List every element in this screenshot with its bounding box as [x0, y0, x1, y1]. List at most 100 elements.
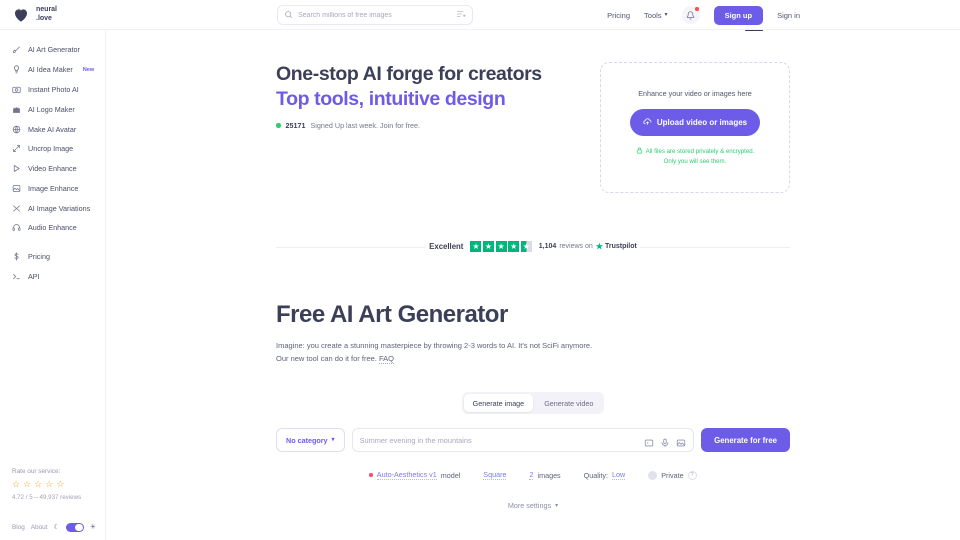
page-title: One-stop AI forge for creators Top tools…	[276, 62, 592, 112]
microphone-icon[interactable]	[660, 435, 670, 448]
sidebar-item-api[interactable]: API	[0, 267, 105, 287]
more-settings-label: More settings	[507, 501, 552, 510]
sidebar-item-ai-logo-maker[interactable]: AI Logo Maker	[0, 99, 105, 119]
play-icon	[12, 164, 21, 173]
star-icon[interactable]: ☆	[45, 479, 53, 489]
star-icon[interactable]: ☆	[23, 479, 31, 489]
search-container	[277, 5, 473, 25]
search-input[interactable]	[298, 11, 451, 19]
hero-section: One-stop AI forge for creators Top tools…	[276, 30, 790, 193]
generator-options: Auto-Aesthetics v1 model Square 2 images…	[276, 470, 790, 480]
brand-logo[interactable]: neural .love	[0, 6, 106, 24]
image-count-suffix: images	[537, 470, 561, 480]
mode-toggle: Generate image Generate video	[461, 392, 605, 414]
dollar-icon	[12, 252, 21, 261]
faq-link[interactable]: FAQ	[378, 353, 394, 364]
category-label: No category	[286, 435, 328, 445]
trustpilot-brand[interactable]: ★ Trustpilot	[596, 242, 637, 251]
sidebar-label: Uncrop Image	[28, 144, 74, 154]
divider-right	[640, 246, 790, 248]
search-box[interactable]	[277, 5, 473, 25]
sidebar-item-ai-image-variations[interactable]: AI Image Variations	[0, 198, 105, 218]
lock-icon	[636, 147, 643, 158]
trustpilot-star-icon: ★	[470, 241, 482, 252]
sidebar-label: API	[28, 271, 40, 281]
trustpilot-brand-label: Trustpilot	[604, 243, 637, 250]
sidebar-label: AI Art Generator	[28, 45, 80, 55]
option-aspect-ratio[interactable]: Square	[483, 470, 507, 480]
terminal-icon	[12, 272, 21, 281]
sun-icon: ☀	[89, 524, 97, 532]
chevron-down-icon: ▾	[664, 12, 668, 18]
private-toggle[interactable]	[648, 470, 658, 480]
tab-generate-image[interactable]: Generate image	[463, 394, 534, 412]
nav-pricing[interactable]: Pricing	[607, 11, 630, 20]
sidebar-label: Instant Photo AI	[28, 84, 79, 94]
expand-icon[interactable]	[644, 435, 654, 447]
mode-toggle-container: Generate image Generate video	[276, 392, 790, 414]
notifications-button[interactable]	[681, 6, 700, 24]
sidebar-item-pricing[interactable]: Pricing	[0, 247, 105, 267]
headphones-icon	[12, 223, 21, 232]
filter-sliders-icon[interactable]	[456, 6, 466, 24]
category-dropdown[interactable]: No category ▾	[276, 428, 345, 452]
rating-stars[interactable]: ☆ ☆ ☆ ☆ ☆	[12, 479, 105, 489]
option-model[interactable]: Auto-Aesthetics v1 model	[369, 470, 460, 480]
hero-title-line2: Top tools, intuitive design	[276, 88, 506, 110]
upload-button[interactable]: Upload video or images	[629, 108, 761, 136]
help-icon[interactable]: ?	[687, 470, 697, 480]
image-upload-icon[interactable]	[676, 435, 686, 447]
signup-count: 25171	[285, 121, 306, 130]
option-quality[interactable]: Quality: Low	[584, 470, 626, 480]
sidebar-label: AI Idea Maker	[28, 65, 73, 75]
aspect-ratio-value: Square	[483, 470, 507, 480]
trustpilot-star-half-icon: ★	[520, 241, 532, 252]
prompt-box[interactable]	[351, 428, 695, 452]
sidebar-item-ai-art-generator[interactable]: AI Art Generator	[0, 40, 105, 60]
star-icon[interactable]: ☆	[56, 479, 64, 489]
model-suffix: model	[440, 470, 461, 480]
option-image-count[interactable]: 2 images	[529, 470, 561, 480]
desc-line2: Our new tool can do it for free.	[276, 353, 377, 363]
privacy-note: All files are stored privately & encrypt…	[636, 147, 754, 167]
trustpilot-bar: Excellent ★ ★ ★ ★ ★ 1,104 reviews on ★ T…	[276, 241, 790, 252]
prompt-input[interactable]	[359, 435, 639, 445]
image-icon	[12, 184, 21, 193]
about-link[interactable]: About	[31, 524, 48, 531]
star-icon[interactable]: ☆	[34, 479, 42, 489]
footer-links: Blog About ☾ ☀	[12, 522, 105, 532]
top-header: neural.love Pricing Tools ▾ Sign up Sign…	[0, 0, 960, 30]
option-private[interactable]: Private ?	[648, 470, 697, 480]
sidebar-item-image-enhance[interactable]: Image Enhance	[0, 178, 105, 198]
dropzone-title: Enhance your video or images here	[638, 88, 752, 98]
nav-tools[interactable]: Tools ▾	[644, 11, 668, 20]
more-settings-button[interactable]: More settings ▾	[276, 501, 790, 510]
sidebar-item-video-enhance[interactable]: Video Enhance	[0, 159, 105, 179]
prompt-row: No category ▾ Summer evening in the moun…	[276, 30, 790, 452]
generator-description: Imagine: you create a stunning masterpie…	[276, 340, 790, 365]
signin-link[interactable]: Sign in	[777, 11, 800, 20]
hero-title-line1: One-stop AI forge for creators	[276, 63, 542, 85]
rating-meta: 4.72 / 5 – 49,937 reviews	[12, 493, 82, 501]
reviews-text: reviews on	[559, 243, 593, 250]
theme-toggle[interactable]	[65, 522, 84, 532]
moon-icon: ☾	[53, 524, 60, 532]
upload-dropzone[interactable]: Enhance your video or images here Upload…	[600, 62, 790, 193]
sidebar-item-make-ai-avatar[interactable]: Make AI Avatar	[0, 119, 105, 139]
blog-link[interactable]: Blog	[12, 524, 25, 531]
castle-icon	[12, 105, 21, 114]
generate-button[interactable]: Generate for free	[701, 428, 790, 452]
sidebar-item-audio-enhance[interactable]: Audio Enhance	[0, 218, 105, 238]
star-icon[interactable]: ☆	[12, 479, 20, 489]
tab-generate-video[interactable]: Generate video	[535, 394, 602, 412]
sidebar-item-instant-photo-ai[interactable]: Instant Photo AI	[0, 80, 105, 100]
sidebar-item-ai-idea-maker[interactable]: AI Idea Maker New	[0, 60, 105, 80]
notification-dot	[695, 7, 699, 11]
camera-icon	[12, 85, 21, 94]
generator-section: Free AI Art Generator Imagine: you creat…	[276, 30, 790, 510]
search-icon	[284, 6, 293, 24]
privacy-line2: Only you will see them.	[663, 158, 727, 165]
signup-button[interactable]: Sign up	[713, 5, 764, 25]
sidebar-item-uncrop-image[interactable]: Uncrop Image	[0, 139, 105, 159]
trustpilot-star-icon: ★	[483, 241, 494, 252]
